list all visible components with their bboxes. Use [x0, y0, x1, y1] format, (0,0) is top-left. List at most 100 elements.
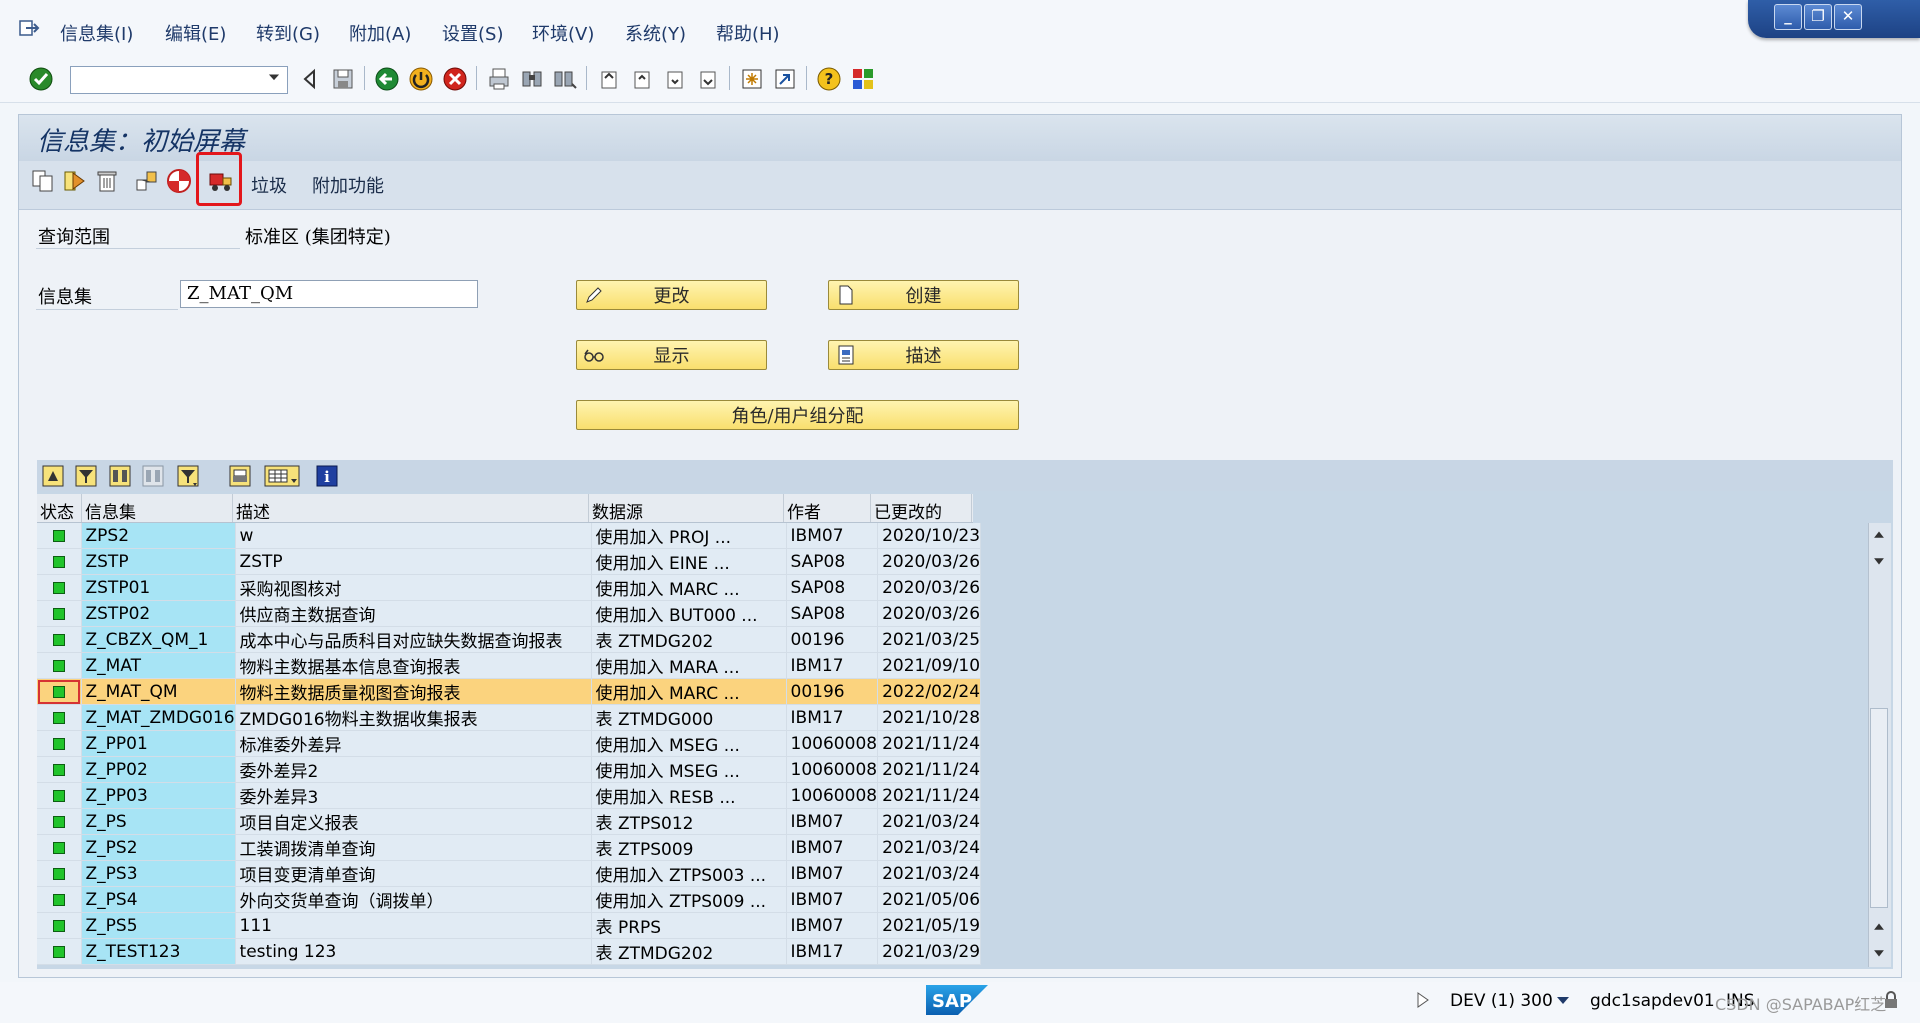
shortcut-icon[interactable] — [772, 66, 798, 92]
role-assignment-button[interactable]: 角色/用户组分配 — [576, 400, 1019, 430]
table-row[interactable]: ZSTP01 采购视图核对 使用加入 MARC ... SAP08 2020/03/26 — [37, 574, 982, 601]
menu-goto[interactable]: 转到(G) — [256, 20, 320, 46]
find-icon[interactable] — [519, 66, 545, 92]
restore-button[interactable]: ❐ — [1804, 4, 1832, 30]
status-cell[interactable] — [37, 912, 82, 939]
table-row[interactable]: ZPS2 w 使用加入 PROJ ... IBM07 2020/10/23 — [37, 523, 982, 549]
author-cell[interactable]: 10060008 — [786, 730, 879, 757]
scroll-down-icon[interactable] — [1869, 943, 1889, 963]
description-cell[interactable]: testing 123 — [235, 938, 592, 965]
enter-icon[interactable] — [28, 66, 54, 92]
description-cell[interactable]: 标准委外差异 — [235, 730, 592, 757]
save-icon[interactable] — [330, 66, 356, 92]
author-cell[interactable]: 00196 — [786, 626, 879, 653]
datasource-cell[interactable]: 表 PRPS — [591, 912, 787, 939]
delete-icon[interactable] — [94, 168, 120, 194]
status-cell[interactable] — [37, 756, 82, 783]
last-page-icon[interactable] — [695, 66, 721, 92]
infoset-cell[interactable]: Z_PS5 — [81, 912, 236, 939]
datasource-cell[interactable]: 使用加入 ZTPS003 ... — [591, 860, 787, 887]
infoset-input[interactable]: Z_MAT_QM — [180, 280, 478, 308]
description-cell[interactable]: 物料主数据质量视图查询报表 — [235, 678, 592, 705]
author-cell[interactable]: IBM07 — [786, 912, 879, 939]
create-button[interactable]: 创建 — [828, 280, 1019, 310]
minimize-button[interactable]: _ — [1774, 4, 1802, 30]
datasource-cell[interactable]: 使用加入 MSEG ... — [591, 756, 787, 783]
generate-icon[interactable] — [134, 168, 160, 194]
author-cell[interactable]: SAP08 — [786, 600, 879, 627]
description-cell[interactable]: 委外差异3 — [235, 782, 592, 809]
author-cell[interactable]: SAP08 — [786, 548, 879, 575]
infoset-cell[interactable]: Z_PS4 — [81, 886, 236, 913]
datasource-cell[interactable]: 使用加入 MARC ... — [591, 574, 787, 601]
changed-cell[interactable]: 2021/05/19 — [877, 912, 982, 939]
changed-cell[interactable]: 2020/03/26 — [877, 600, 982, 627]
infoset-cell[interactable]: Z_MAT_ZMDG016 — [81, 704, 236, 731]
status-cell[interactable] — [37, 626, 82, 653]
changed-cell[interactable]: 2020/03/26 — [877, 548, 982, 575]
description-cell[interactable]: 工装调拨清单查询 — [235, 834, 592, 861]
menu-environment[interactable]: 环境(V) — [532, 20, 594, 46]
datasource-cell[interactable]: 表 ZTPS009 — [591, 834, 787, 861]
changed-cell[interactable]: 2021/11/24 — [877, 756, 982, 783]
author-cell[interactable]: IBM17 — [786, 938, 879, 965]
display-button[interactable]: 显示 — [576, 340, 767, 370]
author-cell[interactable]: IBM07 — [786, 808, 879, 835]
print-icon[interactable] — [486, 66, 512, 92]
description-cell[interactable]: 委外差异2 — [235, 756, 592, 783]
table-row[interactable]: Z_MAT_ZMDG016 ZMDG016物料主数据收集报表表 ZTMDG000 I… — [37, 704, 982, 731]
status-cell[interactable] — [37, 860, 82, 887]
changed-cell[interactable]: 2021/11/24 — [877, 730, 982, 757]
table-row[interactable]: Z_PP02 委外差异2 使用加入 MSEG ... 10060008 2021/11/… — [37, 756, 982, 783]
datasource-cell[interactable]: 表 ZTMDG202 — [591, 938, 787, 965]
description-cell[interactable]: 111 — [235, 912, 592, 939]
table-row[interactable]: Z_MAT_QM 物料主数据质量视图查询报表 使用加入 MARC ... 00196 2… — [37, 678, 982, 705]
infoset-cell[interactable]: Z_MAT — [81, 652, 236, 679]
changed-cell[interactable]: 2021/03/24 — [877, 808, 982, 835]
infoset-cell[interactable]: ZPS2 — [81, 523, 236, 549]
author-cell[interactable]: IBM07 — [786, 523, 879, 549]
status-expand-icon[interactable] — [1414, 989, 1432, 1011]
grid-filter-icon[interactable] — [73, 463, 99, 489]
datasource-cell[interactable]: 使用加入 ZTPS009 ... — [591, 886, 787, 913]
description-cell[interactable]: 项目变更清单查询 — [235, 860, 592, 887]
changed-cell[interactable]: 2022/02/24 — [877, 678, 982, 705]
status-cell[interactable] — [37, 600, 82, 627]
datasource-cell[interactable]: 使用加入 PROJ ... — [591, 523, 787, 549]
table-row[interactable]: Z_PP03 委外差异3 使用加入 RESB ... 10060008 2021/11/… — [37, 782, 982, 809]
author-cell[interactable]: 10060008 — [786, 756, 879, 783]
table-row[interactable]: Z_PS 项目自定义报表表 ZTPS012 IBM07 2021/03/24 — [37, 808, 982, 835]
author-cell[interactable]: 10060008 — [786, 782, 879, 809]
cancel-icon[interactable] — [442, 66, 468, 92]
status-cell[interactable] — [37, 938, 82, 965]
first-page-icon[interactable] — [596, 66, 622, 92]
datasource-cell[interactable]: 使用加入 RESB ... — [591, 782, 787, 809]
status-cell[interactable] — [37, 652, 82, 679]
author-cell[interactable]: IBM17 — [786, 652, 879, 679]
status-cell[interactable] — [37, 808, 82, 835]
status-cell[interactable] — [37, 886, 82, 913]
changed-cell[interactable]: 2021/05/06 — [877, 886, 982, 913]
datasource-cell[interactable]: 使用加入 MSEG ... — [591, 730, 787, 757]
table-row[interactable]: ZSTP02 供应商主数据查询 使用加入 BUT000 ... SAP08 2020/0… — [37, 600, 982, 627]
menu-edit[interactable]: 编辑(E) — [165, 20, 226, 46]
menu-infoset[interactable]: 信息集(I) — [60, 20, 133, 46]
changed-cell[interactable]: 2021/03/24 — [877, 860, 982, 887]
table-row[interactable]: Z_TEST123 testing 123 表 ZTMDG202 IBM17 2021/… — [37, 938, 982, 965]
find-next-icon[interactable] — [552, 66, 578, 92]
author-cell[interactable]: SAP08 — [786, 574, 879, 601]
status-cell[interactable] — [37, 704, 82, 731]
changed-cell[interactable]: 2021/03/25 — [877, 626, 982, 653]
description-cell[interactable]: 项目自定义报表 — [235, 808, 592, 835]
table-row[interactable]: Z_PS4 外向交货单查询（调拨单） 使用加入 ZTPS009 ... IBM07 20… — [37, 886, 982, 913]
execute-icon[interactable] — [62, 168, 88, 194]
column-header-status[interactable]: 状态 — [40, 498, 74, 523]
description-cell[interactable]: 外向交货单查询（调拨单） — [235, 886, 592, 913]
scroll-thumb[interactable] — [1870, 708, 1888, 908]
infoset-cell[interactable]: Z_MAT_QM — [81, 678, 236, 705]
description-cell[interactable]: 成本中心与品质科目对应缺失数据查询报表 — [235, 626, 592, 653]
change-button[interactable]: 更改 — [576, 280, 767, 310]
table-row[interactable]: Z_MAT 物料主数据基本信息查询报表 使用加入 MARA ... IBM17 2021… — [37, 652, 982, 679]
grid-info-icon[interactable]: i — [314, 463, 340, 489]
menu-extras[interactable]: 附加(A) — [349, 20, 411, 46]
